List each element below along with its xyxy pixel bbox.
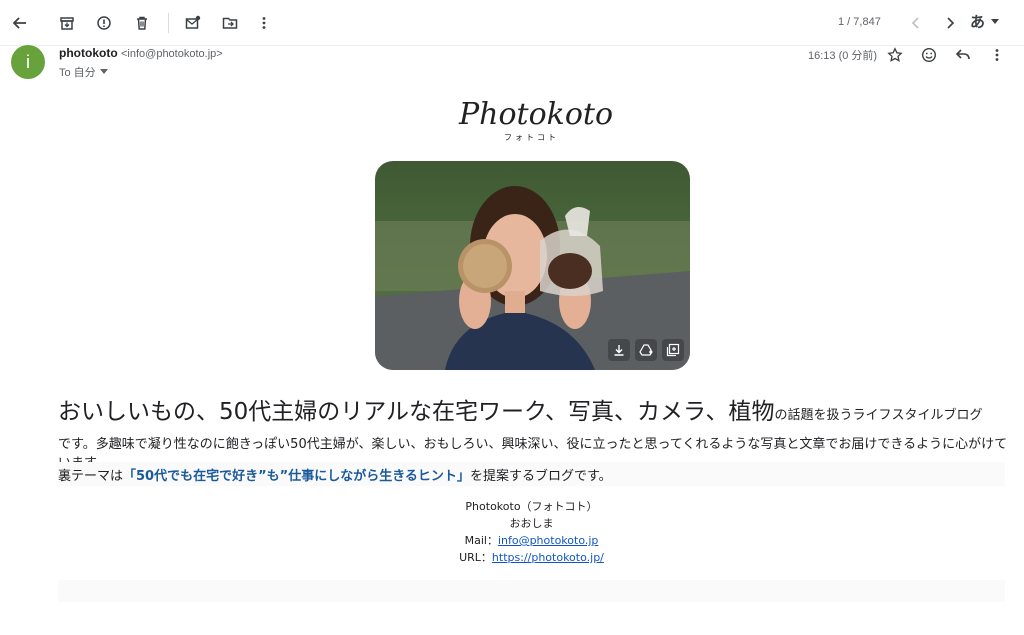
signature-url-line: URL：https://photokoto.jp/	[58, 549, 1005, 566]
headline-main: おいしいもの、50代主婦のリアルな在宅ワーク、写真、カメラ、植物	[58, 399, 775, 425]
theme-highlight: 「50代でも在宅で好き”も”仕事にしながら生きるヒント」	[123, 469, 470, 484]
mark-unread-icon[interactable]	[181, 11, 205, 35]
url-link[interactable]: https://photokoto.jp/	[492, 551, 604, 564]
input-language-select[interactable]: あ	[970, 11, 1000, 32]
sender-avatar[interactable]: i	[11, 45, 45, 79]
newer-chevron-icon[interactable]	[904, 11, 928, 35]
older-chevron-icon[interactable]	[938, 11, 962, 35]
more-vert-icon[interactable]	[985, 43, 1009, 67]
signature: Photokoto（フォトコト） おおしま Mail：info@photokot…	[58, 498, 1005, 566]
back-arrow-icon[interactable]	[8, 11, 32, 35]
emoji-reaction-icon[interactable]	[917, 43, 941, 67]
url-label: URL：	[459, 551, 492, 564]
language-label: あ	[970, 13, 986, 31]
photokoto-logo: Photokoto フォトコト	[458, 97, 613, 142]
theme-suffix: を提案するブログです。	[469, 469, 612, 484]
signature-mail-line: Mail：info@photokoto.jp	[58, 532, 1005, 549]
archive-icon[interactable]	[55, 11, 79, 35]
recipient-label: To 自分	[59, 67, 96, 79]
sender-line: photokoto <info@photokoto.jp>	[59, 46, 223, 60]
caret-down-icon	[991, 18, 1000, 24]
reply-icon[interactable]	[951, 43, 975, 67]
message-counter: 1 / 7,847	[838, 16, 881, 28]
sender-name[interactable]: photokoto	[59, 46, 118, 60]
toolbar: 1 / 7,847 あ	[0, 0, 1024, 46]
toolbar-divider	[168, 13, 169, 33]
svg-text:Photokoto: Photokoto	[458, 97, 613, 132]
signature-name: Photokoto（フォトコト）	[465, 500, 598, 513]
svg-text:フォトコト: フォトコト	[504, 133, 559, 142]
add-to-drive-icon[interactable]	[635, 339, 657, 361]
message-time: 16:13 (0 分前)	[808, 50, 878, 62]
theme-line: 裏テーマは「50代でも在宅で好き”も”仕事にしながら生きるヒント」を提案するブロ…	[58, 462, 1005, 486]
download-icon[interactable]	[608, 339, 630, 361]
signature-author: おおしま	[509, 517, 554, 530]
headline: おいしいもの、50代主婦のリアルな在宅ワーク、写真、カメラ、植物の話題を扱うライ…	[58, 395, 1013, 433]
sender-email: <info@photokoto.jp>	[121, 48, 223, 60]
delete-icon[interactable]	[130, 11, 154, 35]
mail-label: Mail：	[464, 534, 498, 547]
recipient-toggle[interactable]: To 自分	[59, 64, 108, 80]
move-to-icon[interactable]	[218, 11, 242, 35]
headline-tail: の話題を扱うライフスタイルブログ	[774, 408, 983, 423]
footer-bar	[58, 580, 1005, 602]
caret-down-icon	[99, 69, 108, 74]
star-icon[interactable]	[883, 43, 907, 67]
report-spam-icon[interactable]	[92, 11, 116, 35]
more-vert-icon[interactable]	[252, 11, 276, 35]
add-to-photos-icon[interactable]	[662, 339, 684, 361]
mail-link[interactable]: info@photokoto.jp	[498, 534, 598, 547]
theme-prefix: 裏テーマは	[58, 469, 124, 484]
